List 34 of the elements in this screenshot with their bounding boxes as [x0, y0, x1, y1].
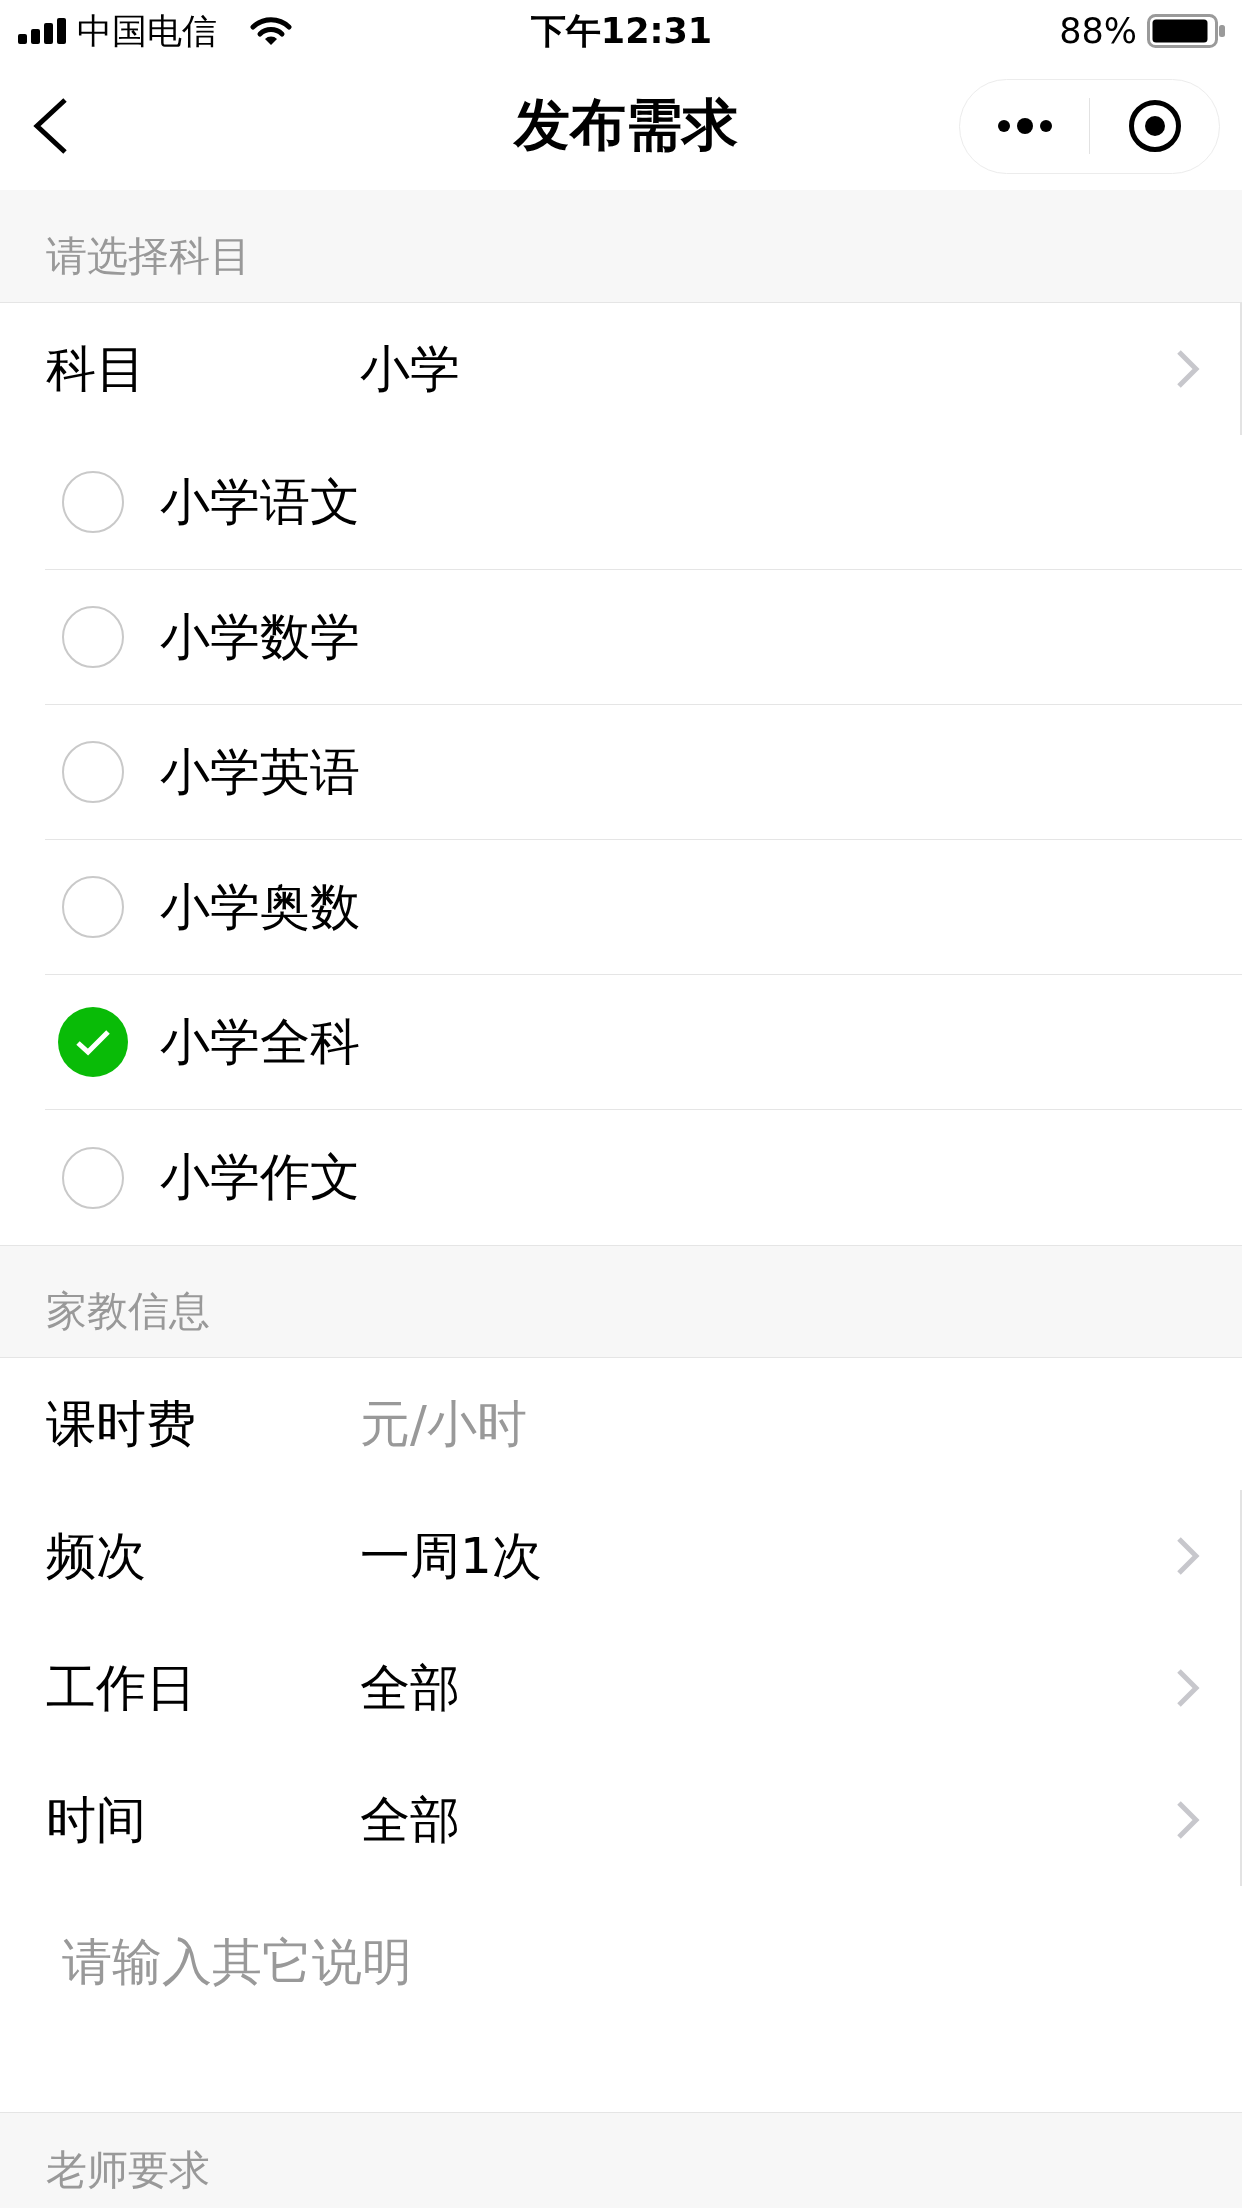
- subject-option[interactable]: 小学英语: [45, 705, 1242, 840]
- picker-value[interactable]: 小学: [360, 335, 460, 403]
- wifi-icon: [250, 16, 292, 46]
- picker-value[interactable]: 全部: [360, 1654, 460, 1722]
- more-icon[interactable]: [996, 118, 1053, 134]
- battery-icon: [1147, 14, 1225, 48]
- subject-option[interactable]: 小学数学: [45, 570, 1242, 705]
- field-label: 科目: [46, 338, 147, 400]
- field-label: 频次: [46, 1525, 147, 1587]
- section-header: 家教信息: [0, 1245, 1242, 1358]
- notes-field[interactable]: 请输入其它说明: [46, 1932, 1196, 2082]
- page-title: 发布需求: [513, 91, 738, 159]
- carrier-name: 中国电信: [77, 9, 217, 53]
- chevron-icon: [1176, 1668, 1200, 1708]
- chevron-icon: [1176, 1800, 1200, 1840]
- picker-value[interactable]: 全部: [360, 1786, 460, 1854]
- chevron-icon: [1176, 349, 1200, 389]
- chevron-icon: [1176, 1536, 1200, 1576]
- subject-option[interactable]: 小学作文: [45, 1110, 1242, 1245]
- field-label: 课时费: [46, 1393, 197, 1455]
- status-time: 下午12:31: [530, 9, 713, 53]
- picker-value[interactable]: 一周1次: [360, 1522, 542, 1590]
- subject-option[interactable]: 小学语文: [45, 435, 1242, 570]
- field-label: 时间: [46, 1789, 147, 1851]
- input-field[interactable]: 元/小时: [360, 1392, 1202, 1456]
- signal-icon: [18, 18, 66, 44]
- subject-option[interactable]: 小学奥数: [45, 840, 1242, 975]
- section-header: 请选择科目: [0, 190, 1242, 303]
- target-icon[interactable]: [1127, 99, 1182, 153]
- section-header: 老师要求: [0, 2112, 1242, 2208]
- field-label: 工作日: [46, 1657, 197, 1719]
- subject-option[interactable]: 小学全科: [45, 975, 1242, 1110]
- back-icon[interactable]: [31, 97, 69, 155]
- battery-percent: 88%: [1059, 11, 1137, 51]
